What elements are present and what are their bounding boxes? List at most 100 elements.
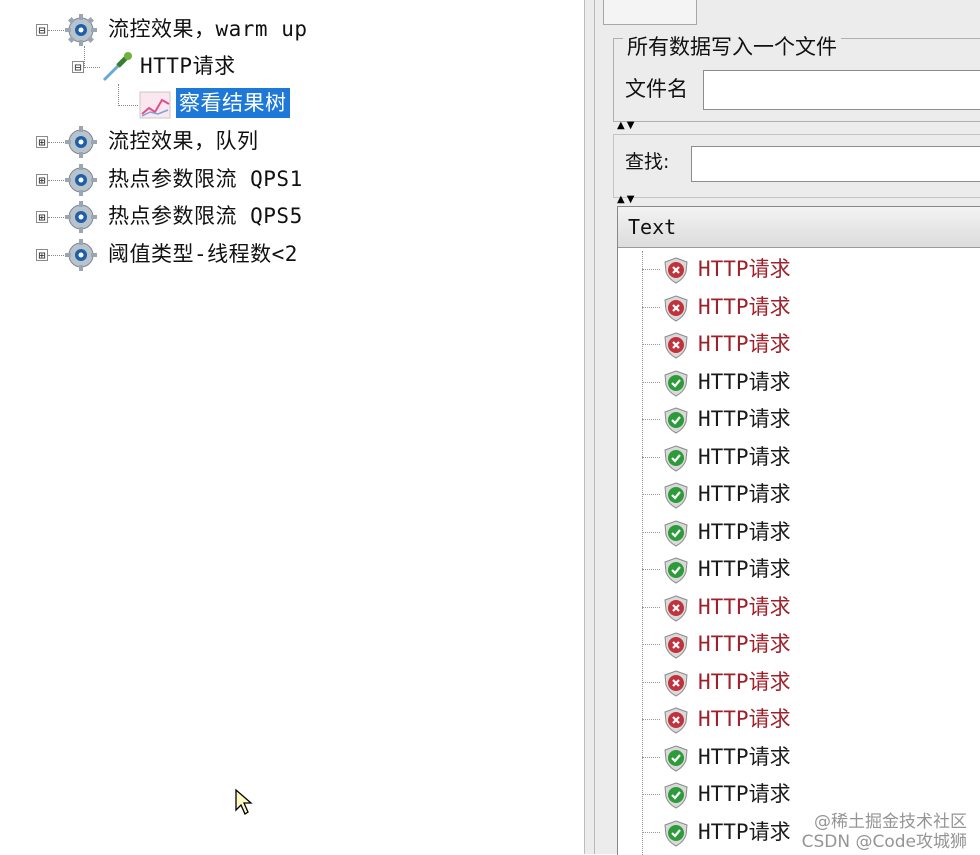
result-row-label: HTTP请求	[698, 332, 791, 356]
result-row[interactable]: HTTP请求	[618, 289, 980, 326]
gear-icon	[65, 126, 97, 158]
tree-connector	[48, 142, 64, 143]
tree-connector	[48, 180, 64, 181]
splitter-arrows-icon[interactable]: ▲▼	[617, 195, 636, 205]
success-shield-icon	[664, 819, 688, 847]
tree-connector	[84, 67, 100, 68]
result-row-label: HTTP请求	[698, 594, 791, 619]
tree-connector	[642, 756, 660, 758]
success-shield-icon	[664, 407, 688, 434]
result-row-label: HTTP请求	[698, 632, 791, 656]
result-row[interactable]: HTTP请求	[618, 439, 980, 476]
tree-connector	[642, 269, 660, 270]
watermark: @稀土掘金技术社区 CSDN @Code攻城狮	[802, 812, 967, 852]
tree-connector	[48, 255, 64, 256]
collapse-toggle[interactable]: ⊟	[36, 24, 48, 37]
pipette-icon	[102, 52, 132, 82]
filename-input[interactable]	[703, 70, 980, 110]
result-row-label: HTTP请求	[698, 782, 791, 806]
chart-icon	[139, 91, 171, 119]
tree-connector	[642, 606, 660, 608]
error-shield-icon	[664, 257, 688, 284]
find-label: 查找:	[625, 151, 670, 173]
tree-connector	[642, 456, 660, 458]
filename-label: 文件名	[625, 77, 688, 101]
test-plan-tree: ⊟ 流控效果，warm up ⊟ HTTP请求 察看结果树 ⊞ 流控效果，队列 …	[0, 0, 580, 854]
success-shield-icon	[664, 782, 688, 809]
error-shield-icon	[664, 632, 688, 659]
tree-node-label[interactable]: HTTP请求	[140, 51, 236, 81]
result-row[interactable]: HTTP请求	[618, 326, 980, 363]
tree-node-label[interactable]: 热点参数限流 QPS1	[108, 164, 303, 194]
error-shield-icon	[664, 669, 688, 697]
expand-toggle[interactable]: ⊞	[36, 211, 48, 224]
gear-icon	[65, 164, 97, 196]
results-tree: Text HTTP请求 HTTP请求 HTTP请求 HTTP请求 HTTP请求 HTTP请…	[617, 206, 980, 855]
result-row[interactable]: HTTP请求	[618, 251, 980, 288]
result-row-label: HTTP请求	[698, 819, 791, 844]
result-row-label: HTTP请求	[698, 444, 791, 469]
panel-border	[594, 0, 595, 854]
tree-connector	[642, 306, 660, 308]
result-row-label: HTTP请求	[698, 482, 791, 506]
tree-connector	[642, 419, 660, 420]
watermark-line-1: @稀土掘金技术社区	[814, 812, 967, 832]
result-row-label: HTTP请求	[698, 294, 791, 319]
result-row[interactable]: HTTP请求	[618, 364, 980, 401]
result-row[interactable]: HTTP请求	[618, 701, 980, 738]
result-row[interactable]: HTTP请求	[618, 626, 980, 663]
splitter-arrows-icon[interactable]: ▲▼	[617, 121, 636, 131]
result-row-label: HTTP请求	[698, 369, 791, 394]
tree-node-label[interactable]: 流控效果，warm up	[108, 14, 308, 44]
result-row[interactable]: HTTP请求	[618, 514, 980, 551]
result-row-label: HTTP请求	[698, 257, 791, 281]
result-row[interactable]: HTTP请求	[618, 589, 980, 626]
mouse-cursor-icon	[235, 788, 253, 815]
gear-icon	[65, 239, 97, 271]
watermark-line-2: CSDN @Code攻城狮	[801, 832, 967, 852]
expand-toggle[interactable]: ⊞	[36, 174, 48, 187]
success-shield-icon	[664, 482, 688, 509]
result-row-label: HTTP请求	[698, 744, 791, 769]
result-row[interactable]: HTTP请求	[618, 739, 980, 776]
result-row[interactable]: HTTP请求	[618, 476, 980, 513]
tree-connector	[48, 217, 64, 218]
tree-node-label[interactable]: 阈值类型-线程数<2	[108, 239, 298, 269]
success-shield-icon	[664, 744, 688, 772]
tree-connector	[642, 569, 660, 570]
result-row[interactable]: HTTP请求	[618, 551, 980, 588]
error-shield-icon	[664, 294, 688, 322]
tab-header[interactable]	[603, 0, 697, 25]
tree-connector	[48, 30, 64, 31]
result-row-label: HTTP请求	[698, 707, 791, 731]
group-title: 所有数据写入一个文件	[623, 33, 841, 61]
tree-connector	[642, 531, 660, 533]
result-row[interactable]: HTTP请求	[618, 776, 980, 813]
success-shield-icon	[664, 444, 688, 472]
gear-icon	[65, 14, 97, 46]
tree-connector	[642, 344, 660, 345]
tree-connector	[642, 381, 660, 383]
tree-node-label-selected[interactable]: 察看结果树	[176, 88, 290, 118]
expand-toggle[interactable]: ⊞	[36, 249, 48, 262]
tree-connector	[642, 719, 660, 720]
collapse-toggle[interactable]: ⊟	[72, 61, 84, 74]
result-row[interactable]: HTTP请求	[618, 664, 980, 701]
tree-node-label[interactable]: 热点参数限流 QPS5	[108, 201, 303, 231]
tree-connector	[642, 644, 660, 645]
result-row-label: HTTP请求	[698, 669, 791, 694]
tree-connector	[642, 831, 660, 833]
tree-connector	[642, 794, 660, 795]
tree-connector	[118, 105, 138, 106]
find-input[interactable]	[691, 146, 980, 182]
tree-node-label[interactable]: 流控效果，队列	[108, 126, 259, 156]
gear-icon	[65, 201, 97, 233]
tree-connector	[118, 84, 119, 106]
results-column-header[interactable]: Text	[618, 207, 980, 248]
expand-toggle[interactable]: ⊞	[36, 136, 48, 149]
result-row[interactable]: HTTP请求	[618, 401, 980, 438]
error-shield-icon	[664, 332, 688, 359]
tree-connector	[642, 494, 660, 495]
success-shield-icon	[664, 519, 688, 547]
success-shield-icon	[664, 369, 688, 397]
